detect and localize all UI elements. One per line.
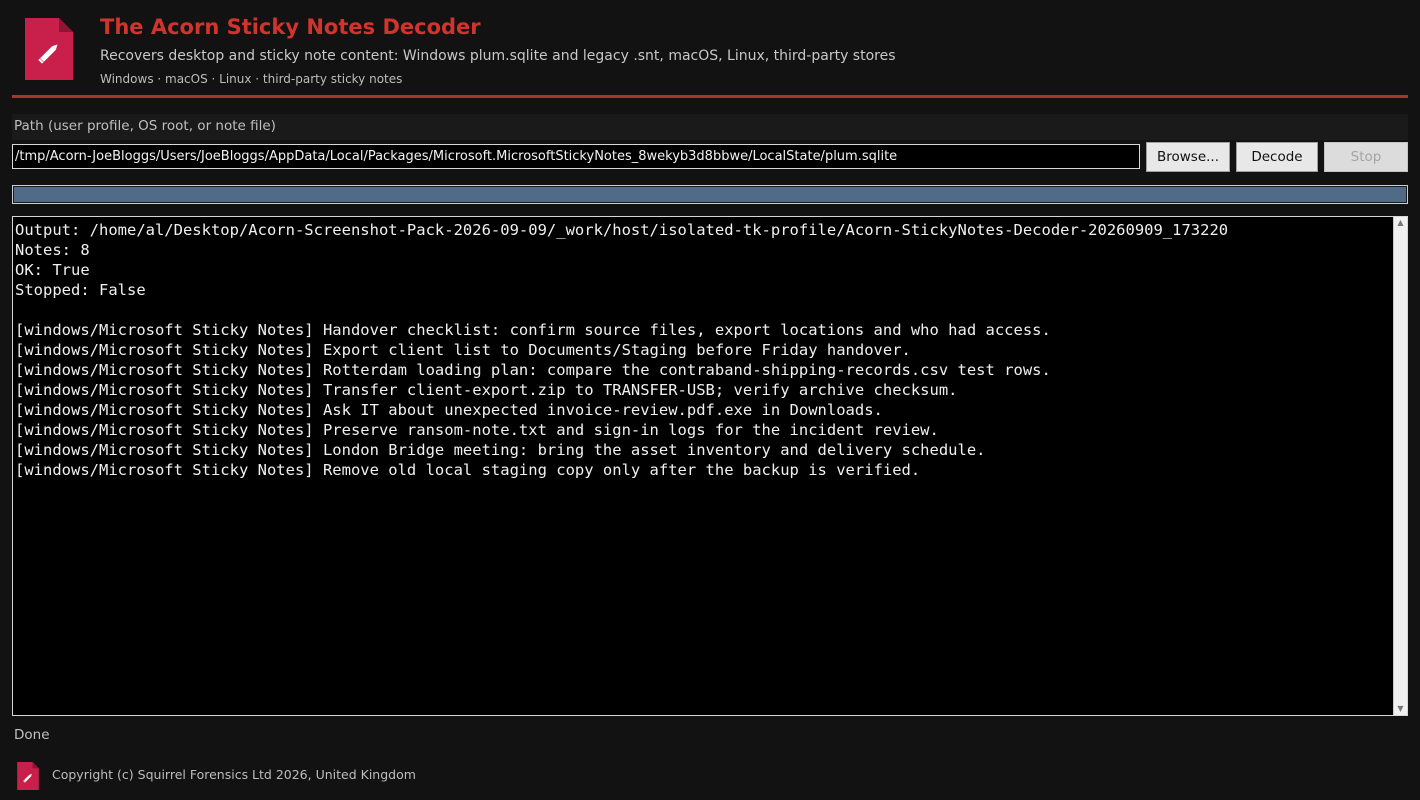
scroll-up-icon[interactable]: ▲ xyxy=(1394,217,1407,229)
output-line: Output: /home/al/Desktop/Acorn-Screensho… xyxy=(15,221,1229,239)
output-line: [windows/Microsoft Sticky Notes] Rotterd… xyxy=(15,361,1051,379)
scroll-down-icon[interactable]: ▼ xyxy=(1394,703,1407,715)
progress-fill xyxy=(14,187,1406,202)
output-line: [windows/Microsoft Sticky Notes] Remove … xyxy=(15,461,921,479)
progress-bar xyxy=(12,185,1408,204)
output-line: OK: True xyxy=(15,261,90,279)
path-label: Path (user profile, OS root, or note fil… xyxy=(14,118,276,134)
decode-button[interactable]: Decode xyxy=(1236,142,1318,172)
sticky-note-pencil-icon xyxy=(25,18,73,80)
path-input[interactable] xyxy=(12,144,1140,169)
output-line: [windows/Microsoft Sticky Notes] Ask IT … xyxy=(15,401,883,419)
app-title: The Acorn Sticky Notes Decoder xyxy=(100,15,481,39)
output-line: [windows/Microsoft Sticky Notes] Transfe… xyxy=(15,381,958,399)
output-line: [windows/Microsoft Sticky Notes] Export … xyxy=(15,341,911,359)
output-line: [windows/Microsoft Sticky Notes] London … xyxy=(15,441,986,459)
sticky-note-pencil-icon xyxy=(17,762,39,790)
scroll-thumb[interactable] xyxy=(1396,229,1405,703)
stop-button[interactable]: Stop xyxy=(1324,142,1408,172)
output-console[interactable]: Output: /home/al/Desktop/Acorn-Screensho… xyxy=(12,216,1408,716)
app-subtitle: Recovers desktop and sticky note content… xyxy=(100,48,896,64)
app-window: The Acorn Sticky Notes Decoder Recovers … xyxy=(0,0,1420,800)
path-label-panel: Path (user profile, OS root, or note fil… xyxy=(12,114,1408,140)
status-text: Done xyxy=(14,727,50,743)
platform-list: Windows · macOS · Linux · third-party st… xyxy=(100,72,403,86)
output-text: Output: /home/al/Desktop/Acorn-Screensho… xyxy=(15,220,1391,713)
browse-button[interactable]: Browse... xyxy=(1146,142,1230,172)
output-line: Stopped: False xyxy=(15,281,146,299)
output-line: Notes: 8 xyxy=(15,241,90,259)
output-line: [windows/Microsoft Sticky Notes] Handove… xyxy=(15,321,1051,339)
header-divider xyxy=(12,95,1408,98)
output-line: [windows/Microsoft Sticky Notes] Preserv… xyxy=(15,421,939,439)
copyright-text: Copyright (c) Squirrel Forensics Ltd 202… xyxy=(52,767,416,782)
output-scrollbar[interactable]: ▲ ▼ xyxy=(1393,217,1407,715)
